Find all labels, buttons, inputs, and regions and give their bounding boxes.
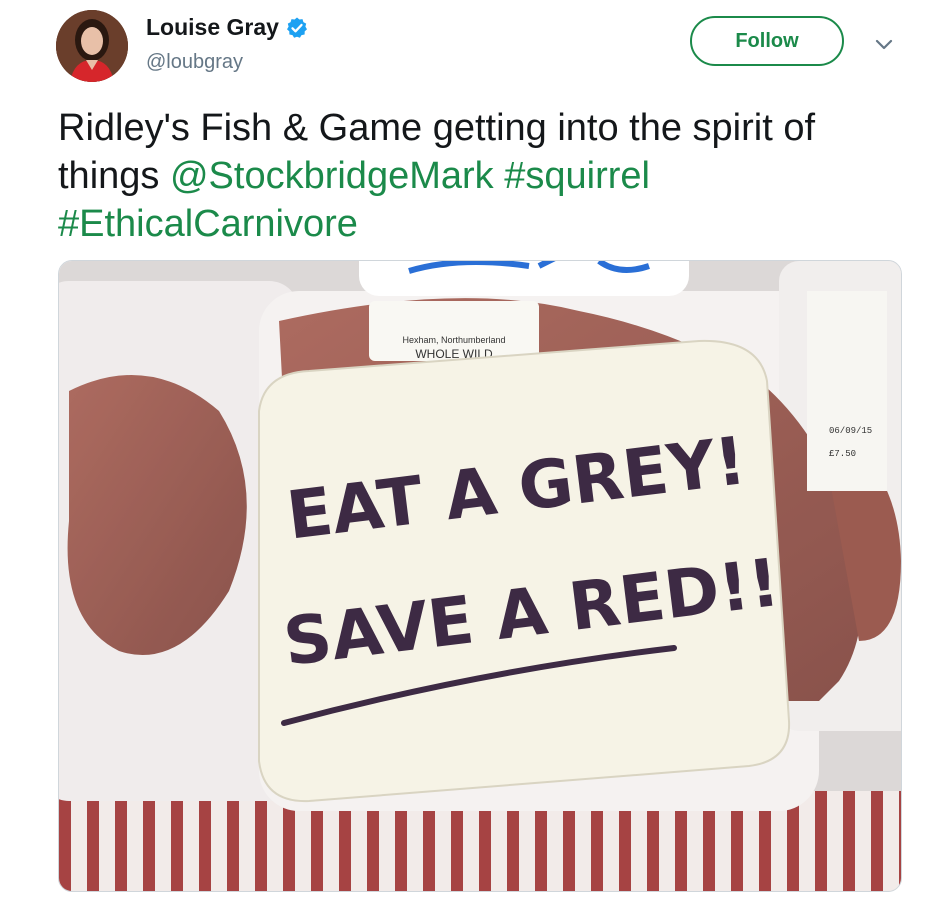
- hashtag-link[interactable]: #EthicalCarnivore: [58, 203, 358, 245]
- follow-button[interactable]: Follow: [690, 16, 844, 66]
- verified-badge-icon: [286, 17, 307, 38]
- label-location: Hexham, Northumberland: [402, 335, 505, 345]
- hashtag-link[interactable]: #squirrel: [504, 155, 650, 197]
- chevron-down-icon[interactable]: [872, 32, 896, 56]
- avatar[interactable]: [56, 10, 128, 82]
- mention-link[interactable]: @StockbridgeMark: [170, 155, 494, 197]
- author-name-row: Louise Gray: [146, 14, 309, 41]
- side-label-price: £7.50: [829, 449, 856, 459]
- author-name[interactable]: Louise Gray: [146, 14, 279, 41]
- tweet-photo[interactable]: Hexham, Northumberland WHOLE WILD 06/09/…: [58, 260, 902, 892]
- side-label-date: 06/09/15: [829, 426, 872, 436]
- author-handle[interactable]: @loubgray: [146, 51, 243, 74]
- avatar-photo-icon: [56, 10, 128, 82]
- tweet-text: Ridley's Fish & Game getting into the sp…: [58, 104, 918, 248]
